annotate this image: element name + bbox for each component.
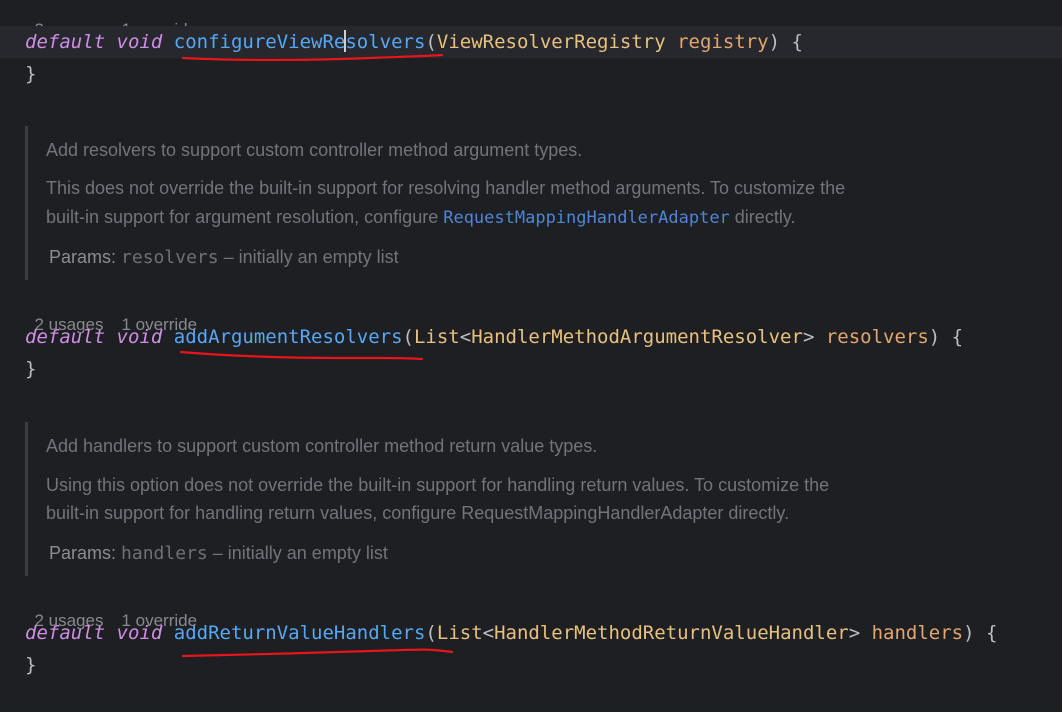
method-name-part: solvers	[345, 31, 426, 53]
parameter-name[interactable]: registry	[677, 31, 769, 53]
parameter-type[interactable]: HandlerMethodArgumentResolver	[471, 326, 803, 348]
paren: (	[402, 326, 414, 348]
javadoc-block[interactable]: Add resolvers to support custom controll…	[25, 126, 1028, 280]
keyword: void	[116, 326, 163, 348]
params-name: handlers	[121, 543, 208, 564]
method-signature-line[interactable]: default void addArgumentResolvers(List<H…	[25, 321, 963, 353]
doc-text: built-in support for argument resolution…	[46, 207, 444, 227]
closing-brace-line[interactable]: }	[25, 353, 36, 385]
doc-description-line: This does not override the built-in supp…	[46, 178, 846, 198]
params-description: – initially an empty list	[218, 247, 399, 267]
paren: (	[425, 31, 437, 53]
generic-type[interactable]: List	[414, 326, 460, 348]
paren: (	[425, 622, 437, 644]
method-name[interactable]: configureViewResolvers	[173, 30, 426, 53]
javadoc-block[interactable]: Add handlers to support custom controlle…	[25, 422, 1028, 576]
closing-brace: }	[25, 654, 37, 676]
params-name: resolvers	[121, 247, 219, 268]
keyword: default	[25, 31, 106, 53]
keyword: default	[25, 326, 106, 348]
generic-type[interactable]: List	[437, 622, 483, 644]
doc-description-line: built-in support for argument resolution…	[46, 207, 795, 228]
keyword: void	[116, 622, 163, 644]
parameter-type[interactable]: HandlerMethodReturnValueHandler	[494, 622, 849, 644]
paren: ) {	[928, 326, 964, 348]
doc-params: Params: handlers – initially an empty li…	[49, 543, 388, 564]
angle-bracket: <	[482, 622, 495, 644]
doc-description-line: Using this option does not override the …	[46, 475, 830, 495]
paren: ) {	[963, 622, 998, 644]
params-description: – initially an empty list	[207, 543, 388, 563]
closing-brace: }	[25, 358, 37, 380]
params-label: Params:	[49, 543, 117, 563]
parameter-type[interactable]: ViewResolverRegistry	[437, 31, 666, 53]
doc-summary: Add handlers to support custom controlle…	[46, 436, 598, 456]
closing-brace: }	[25, 63, 37, 85]
method-signature-line[interactable]: default void configureViewResolvers(View…	[0, 26, 1062, 58]
params-label: Params:	[49, 247, 117, 267]
doc-link[interactable]: RequestMappingHandlerAdapter	[443, 208, 730, 228]
parameter-name[interactable]: handlers	[872, 622, 964, 644]
doc-text: directly.	[729, 207, 796, 227]
method-name[interactable]: addReturnValueHandlers	[174, 622, 426, 644]
doc-params: Params: resolvers – initially an empty l…	[49, 247, 399, 268]
method-name[interactable]: addArgumentResolvers	[174, 326, 403, 348]
doc-description-line: built-in support for handling return val…	[46, 503, 790, 523]
paren: ) {	[768, 31, 803, 53]
closing-brace-line[interactable]: }	[25, 58, 36, 90]
parameter-name[interactable]: resolvers	[826, 326, 929, 348]
angle-bracket: >	[802, 326, 815, 348]
keyword: default	[25, 622, 106, 644]
doc-summary: Add resolvers to support custom controll…	[46, 140, 583, 160]
angle-bracket: >	[848, 622, 861, 644]
keyword: void	[116, 31, 163, 53]
closing-brace-line[interactable]: }	[25, 649, 36, 681]
angle-bracket: <	[459, 326, 472, 348]
method-name-part: configureViewRe	[173, 31, 346, 53]
method-signature-line[interactable]: default void addReturnValueHandlers(List…	[25, 617, 997, 649]
